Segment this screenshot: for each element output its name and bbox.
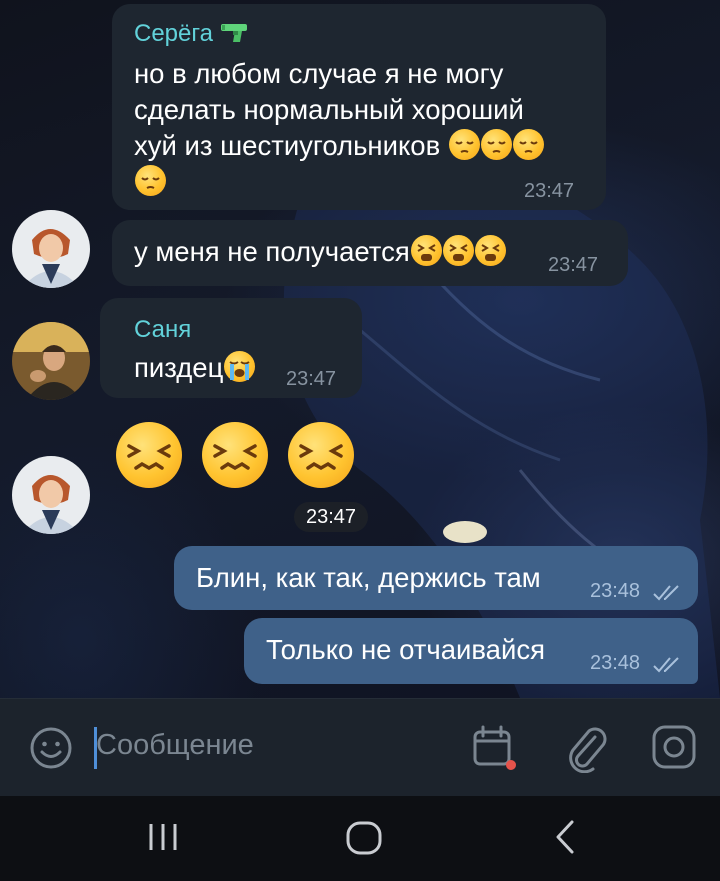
schedule-calendar-icon[interactable]: [470, 723, 520, 778]
message-bubble-outgoing[interactable]: Только не отчаивайся 23:48: [244, 618, 698, 684]
message-text: у меня не получается: [134, 236, 410, 267]
confounded-face-icon[interactable]: [202, 422, 268, 488]
pistol-icon: [220, 22, 248, 51]
message-text: Блин, как так, держись там: [196, 562, 541, 593]
message-input-bar: Сообщение: [0, 698, 720, 796]
avatar[interactable]: [12, 456, 90, 534]
pensive-face-icon: [480, 129, 512, 160]
avatar[interactable]: [12, 210, 90, 288]
tired-face-icon: [474, 235, 506, 266]
message-line: но в любом случае я не могу: [134, 58, 504, 89]
message-time: 23:48: [590, 652, 641, 674]
sender-name[interactable]: Саня: [134, 316, 191, 344]
sender-name[interactable]: Серёга: [134, 20, 213, 47]
message-bubble-outgoing[interactable]: Блин, как так, держись там 23:48: [174, 546, 698, 610]
tired-face-icon: [442, 235, 474, 266]
message-bubble-incoming[interactable]: Саня пиздец 23:47: [100, 298, 362, 398]
pensive-face-icon: [135, 165, 166, 196]
message-bubble-incoming[interactable]: у меня не получается 23:47: [112, 220, 628, 286]
message-line: хуй из шестиугольников: [134, 130, 441, 161]
double-check-icon: [653, 657, 679, 673]
message-time: 23:47: [294, 502, 368, 532]
tired-face-icon: [410, 235, 442, 266]
message-time: 23:47: [286, 368, 337, 390]
pensive-face-icon: [512, 129, 544, 160]
home-icon[interactable]: [344, 820, 384, 861]
message-text: пиздец: [134, 352, 224, 383]
message-text: Только не отчаивайся: [266, 634, 545, 665]
avatar[interactable]: [12, 322, 90, 400]
attach-paperclip-icon[interactable]: [564, 723, 610, 778]
message-time: 23:47: [548, 254, 599, 276]
emoji-icon[interactable]: [28, 725, 74, 776]
message-time: 23:48: [590, 580, 641, 602]
double-check-icon: [653, 585, 679, 601]
message-time: 23:47: [524, 180, 575, 202]
system-navigation-bar: [0, 796, 720, 881]
back-icon[interactable]: [550, 818, 580, 861]
message-input[interactable]: Сообщение: [96, 729, 254, 762]
message-line: сделать нормальный хороший: [134, 94, 524, 125]
confounded-face-icon[interactable]: [288, 422, 354, 488]
loudly-crying-face-icon: [224, 351, 256, 382]
confounded-face-icon[interactable]: [116, 422, 182, 488]
message-bubble-incoming[interactable]: Серёга но в любом случае я не могу сдела…: [112, 4, 606, 210]
camera-icon[interactable]: [650, 723, 698, 776]
recent-apps-icon[interactable]: [146, 820, 180, 859]
pensive-face-icon: [448, 129, 480, 160]
